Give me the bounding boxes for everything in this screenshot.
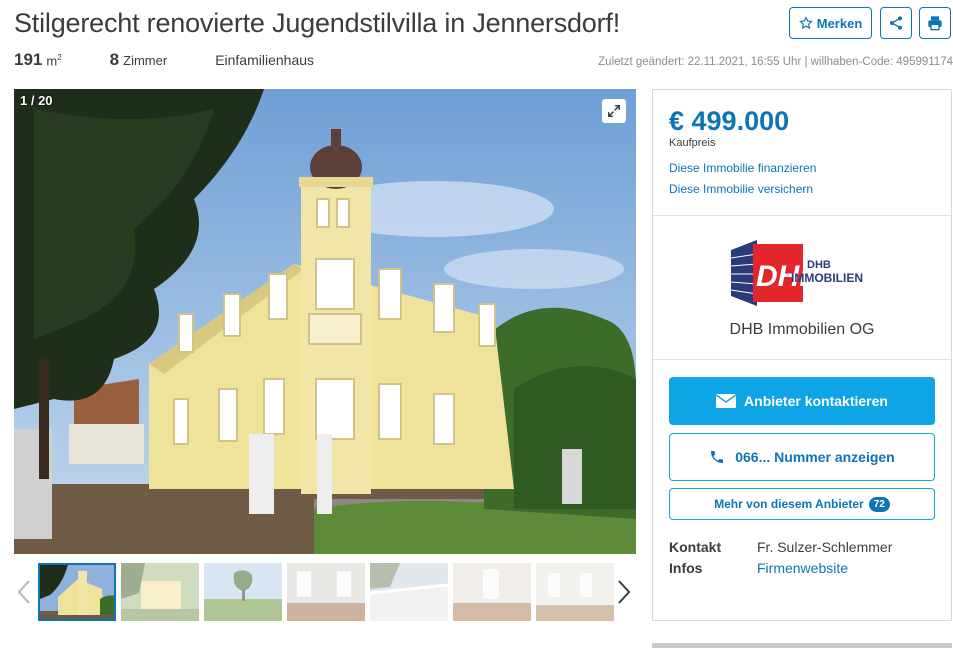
next-section-edge — [652, 643, 952, 648]
finance-link[interactable]: Diese Immobilie finanzieren — [669, 161, 816, 175]
divider — [653, 215, 951, 216]
company-name[interactable]: DHB Immobilien OG — [653, 321, 951, 339]
print-button[interactable] — [919, 7, 951, 39]
merken-label: Merken — [816, 15, 863, 31]
main-photo[interactable]: 1 / 20 — [14, 89, 636, 554]
divider — [653, 359, 951, 360]
contact-label: Anbieter kontaktieren — [744, 393, 888, 409]
logo-sub-text: IMMOBILIEN — [791, 271, 863, 285]
thumbnail-2[interactable] — [121, 563, 199, 621]
print-icon — [928, 16, 942, 31]
price: € 499.000 — [669, 106, 790, 136]
kontakt-label: Kontakt — [669, 539, 722, 555]
insure-link[interactable]: Diese Immobilie versichern — [669, 182, 813, 196]
share-button[interactable] — [880, 7, 912, 39]
thumbnail-7[interactable] — [536, 563, 614, 621]
villa-photo — [14, 89, 636, 554]
property-type: Einfamilienhaus — [215, 52, 315, 68]
area-unit: m2 — [46, 52, 62, 68]
key-facts: 191 m2 8 Zimmer Einfamilienhaus — [14, 50, 314, 70]
company-logo[interactable]: DHB DHB IMMOBILIEN — [727, 236, 879, 311]
kontakt-value: Fr. Sulzer-Schlemmer — [757, 539, 893, 555]
more-count-badge: 72 — [868, 496, 890, 512]
prev-arrow[interactable] — [14, 577, 34, 607]
thumbnail-4[interactable] — [287, 563, 365, 621]
thumbnail-3[interactable] — [204, 563, 282, 621]
show-phone-button[interactable]: 066... Nummer anzeigen — [669, 433, 935, 481]
chevron-left-icon — [17, 580, 30, 604]
rooms-value: 8 — [109, 50, 120, 69]
more-from-seller-button[interactable]: Mehr von diesem Anbieter 72 — [669, 488, 935, 520]
listing-meta: Zuletzt geändert: 22.11.2021, 16:55 Uhr … — [598, 56, 953, 68]
rooms-label: Zimmer — [123, 53, 168, 68]
expand-button[interactable] — [602, 99, 626, 123]
company-website-link[interactable]: Firmenwebsite — [757, 560, 848, 576]
price-contact-panel: € 499.000 Kaufpreis Diese Immobilie fina… — [652, 89, 952, 621]
contact-seller-button[interactable]: Anbieter kontaktieren — [669, 377, 935, 425]
chevron-right-icon — [618, 580, 631, 604]
expand-icon — [608, 105, 620, 117]
share-icon — [890, 16, 902, 30]
price-label: Kaufpreis — [669, 137, 716, 149]
phone-label: 066... Nummer anzeigen — [735, 449, 895, 465]
thumbnail-6[interactable] — [453, 563, 531, 621]
listing-title: Stilgerecht renovierte Jugendstilvilla i… — [14, 8, 621, 38]
photo-counter: 1 / 20 — [20, 93, 53, 108]
envelope-icon — [716, 394, 737, 408]
logo-small-text: DHB — [807, 259, 831, 271]
phone-icon — [711, 451, 724, 463]
infos-label: Infos — [669, 560, 703, 576]
merken-button[interactable]: Merken — [789, 7, 872, 39]
thumbnail-5[interactable] — [370, 563, 448, 621]
thumbnail-1[interactable] — [38, 563, 116, 621]
more-label: Mehr von diesem Anbieter — [714, 497, 864, 511]
thumbnail-strip — [14, 563, 636, 621]
star-icon — [798, 16, 813, 30]
next-arrow[interactable] — [614, 577, 634, 607]
area-value: 191 — [14, 50, 43, 69]
